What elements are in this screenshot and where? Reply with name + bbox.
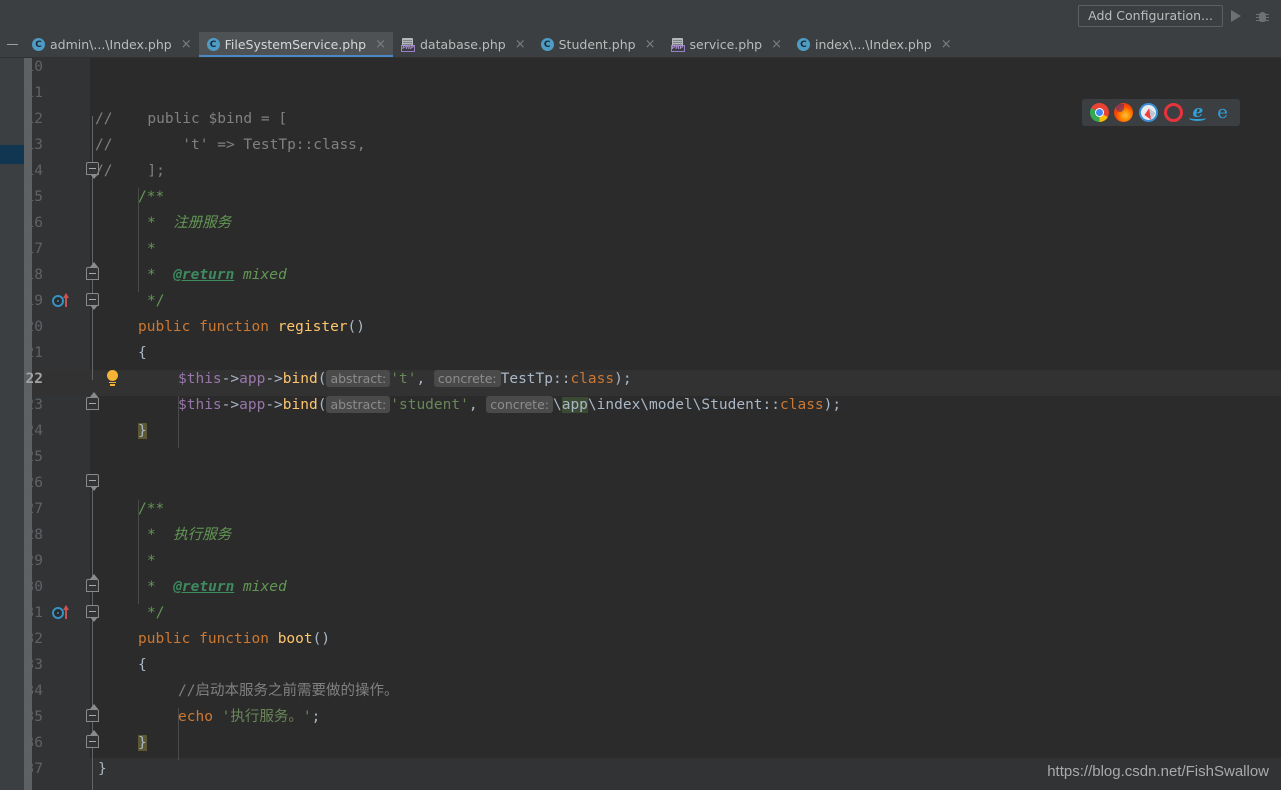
code-line: /**	[0, 470, 1281, 517]
brace-token: }	[98, 761, 107, 777]
play-icon	[1231, 10, 1241, 22]
tab-close-icon[interactable]: ×	[515, 38, 526, 51]
firefox-icon[interactable]	[1114, 103, 1134, 122]
code-line: * @return mixed	[0, 236, 1281, 283]
tab-label: service.php	[689, 37, 763, 52]
tab-index-index-php[interactable]: C index\...\Index.php ×	[789, 32, 959, 57]
tab-close-icon[interactable]: ×	[941, 38, 952, 51]
line-number: 10	[25, 59, 43, 75]
code-line: }	[0, 730, 1281, 777]
php-file-icon: PHP	[401, 37, 415, 52]
php-class-icon: C	[206, 38, 220, 51]
code-line: *	[0, 522, 1281, 569]
minus-icon	[6, 43, 18, 46]
tab-label: Student.php	[558, 37, 636, 52]
run-button[interactable]	[1223, 4, 1249, 28]
code-line: echo '执行服务。';	[0, 678, 1281, 725]
tab-close-icon[interactable]: ×	[375, 38, 386, 51]
chrome-icon[interactable]	[1089, 103, 1109, 122]
tab-label: index\...\Index.php	[814, 37, 932, 52]
internet-explorer-icon[interactable]: e	[1188, 103, 1207, 122]
edge-icon[interactable]: e	[1213, 103, 1232, 122]
safari-icon[interactable]	[1139, 103, 1159, 122]
code-editor[interactable]: 10 11 12 13 14 15 16 17 18 19 20 21 22 2…	[0, 58, 1281, 790]
code-line: */	[0, 262, 1281, 309]
tab-label: admin\...\Index.php	[50, 37, 172, 52]
matching-brace: }	[138, 423, 147, 439]
code-line: }	[0, 704, 1281, 751]
editor-tab-bar: C admin\...\Index.php × C FileSystemServ…	[0, 32, 1281, 58]
tab-label: FileSystemService.php	[224, 37, 367, 52]
code-line: /**	[0, 158, 1281, 205]
code-line: * 执行服务	[0, 496, 1281, 543]
code-line: public function register()	[0, 288, 1281, 335]
code-line: *	[0, 210, 1281, 257]
main-toolbar: Add Configuration...	[0, 0, 1281, 32]
code-line: {	[0, 626, 1281, 673]
opera-icon[interactable]	[1163, 103, 1183, 122]
tab-filesystemservice-php[interactable]: C FileSystemService.php ×	[198, 32, 394, 57]
run-configuration-selector[interactable]: Add Configuration...	[1078, 5, 1223, 27]
code-line: $this->app->bind(abstract:'t', concrete:…	[0, 340, 1281, 387]
code-line: {	[0, 314, 1281, 361]
debug-button[interactable]	[1249, 4, 1275, 28]
php-file-icon: PHP	[670, 37, 685, 52]
code-line-current: $this->app->bind(abstract:'student', con…	[0, 366, 1281, 413]
tab-label: database.php	[420, 37, 506, 52]
php-class-icon: C	[32, 38, 45, 51]
tab-database-php[interactable]: PHP database.php ×	[393, 32, 533, 57]
watermark-text: https://blog.csdn.net/FishSwallow	[1047, 763, 1269, 780]
code-line: * 注册服务	[0, 184, 1281, 231]
tab-student-php[interactable]: C Student.php ×	[533, 32, 663, 57]
tab-close-icon[interactable]: ×	[181, 38, 192, 51]
browser-preview-bar[interactable]: e e	[1082, 99, 1240, 126]
tab-close-icon[interactable]: ×	[771, 38, 782, 51]
code-line: * @return mixed	[0, 548, 1281, 595]
php-class-icon: C	[796, 38, 810, 51]
code-line: */	[0, 574, 1281, 621]
php-class-icon: C	[540, 38, 554, 51]
tab-service-php[interactable]: PHP service.php ×	[663, 32, 789, 57]
code-line: // ];	[0, 132, 1281, 179]
bug-icon	[1255, 10, 1269, 23]
tab-close-icon[interactable]: ×	[645, 38, 656, 51]
code-line: }	[0, 392, 1281, 439]
code-line: //启动本服务之前需要做的操作。	[0, 652, 1281, 699]
code-line: public function boot()	[0, 600, 1281, 647]
ide-window: Add Configuration... C admin\...\Index.p…	[0, 0, 1281, 790]
